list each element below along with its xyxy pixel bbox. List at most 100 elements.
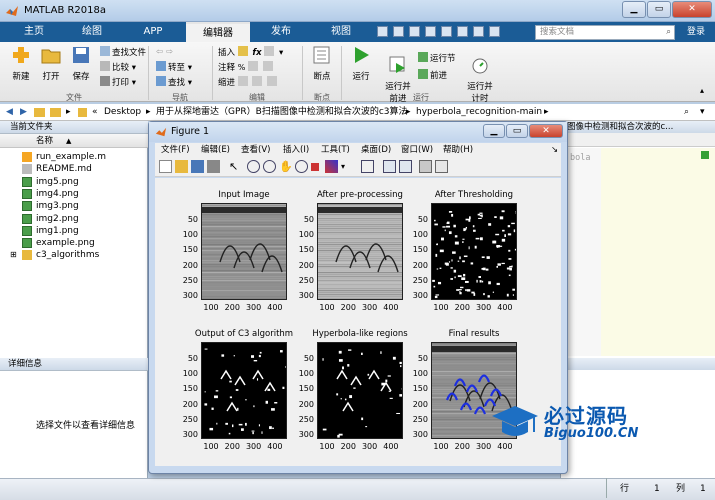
- new-button[interactable]: 新建: [4, 44, 38, 82]
- save-button[interactable]: 保存: [64, 44, 98, 82]
- up-folder-icon[interactable]: [34, 108, 45, 117]
- save-icon[interactable]: [377, 26, 388, 37]
- figure-minimize-button[interactable]: ▁: [483, 124, 505, 138]
- subplot-image[interactable]: [317, 203, 403, 300]
- paste-icon[interactable]: [425, 26, 436, 37]
- menu-desktop[interactable]: 桌面(D): [361, 143, 391, 157]
- file-list-item[interactable]: README.md: [0, 163, 148, 175]
- print-button[interactable]: 打印 ▾: [100, 76, 136, 89]
- editor-pane[interactable]: 图像中检测和拟合次波的c... bola: [560, 121, 715, 358]
- insert-button[interactable]: 插入 fx ▾: [218, 46, 283, 59]
- colorbar-icon[interactable]: [383, 160, 396, 173]
- brush-dropdown-icon[interactable]: ▾: [341, 160, 354, 173]
- tab-plots[interactable]: 绘图: [64, 22, 120, 42]
- maximize-button[interactable]: ▭: [647, 1, 671, 18]
- undo-icon[interactable]: [441, 26, 452, 37]
- copy-icon[interactable]: [409, 26, 420, 37]
- browse-folder-icon[interactable]: [50, 108, 61, 117]
- breakpoints-button[interactable]: 断点: [305, 44, 339, 82]
- login-button[interactable]: 登录: [679, 24, 713, 40]
- file-list-item[interactable]: example.png: [0, 237, 148, 249]
- hide-tools-icon[interactable]: [419, 160, 432, 173]
- data-cursor-icon[interactable]: [311, 163, 319, 171]
- tab-editor[interactable]: 编辑器: [186, 22, 250, 42]
- brush-icon[interactable]: [325, 160, 338, 173]
- search-icon[interactable]: ⌕: [666, 26, 671, 39]
- menu-view[interactable]: 查看(V): [241, 143, 270, 157]
- subplot-image[interactable]: [317, 342, 403, 439]
- back-icon[interactable]: ◀: [6, 104, 13, 120]
- back-forward-buttons[interactable]: ⇦ ⇨: [156, 46, 173, 59]
- file-list-item[interactable]: img1.png: [0, 225, 148, 237]
- search-input[interactable]: 搜索文档 ⌕: [535, 25, 675, 40]
- file-list-item[interactable]: img4.png: [0, 188, 148, 200]
- legend-icon[interactable]: [399, 160, 412, 173]
- fx-icon[interactable]: fx: [252, 48, 261, 58]
- menu-insert[interactable]: 插入(I): [283, 143, 309, 157]
- file-list-item[interactable]: img5.png: [0, 176, 148, 188]
- rotate-icon[interactable]: [295, 160, 308, 173]
- pointer-icon[interactable]: ↖: [229, 160, 242, 173]
- redo-icon[interactable]: [457, 26, 468, 37]
- sort-arrow-icon: ▲: [66, 137, 72, 145]
- comment-button[interactable]: 注释 %: [218, 61, 275, 74]
- indent-button[interactable]: 缩进: [218, 76, 279, 89]
- help-icon[interactable]: [489, 26, 500, 37]
- subplot-image[interactable]: [201, 203, 287, 300]
- find-files-button[interactable]: 查找文件: [100, 46, 146, 59]
- new-figure-icon[interactable]: [159, 160, 172, 173]
- open-file-icon[interactable]: [175, 160, 188, 173]
- compare-button[interactable]: 比较 ▾: [100, 61, 136, 74]
- subplot-image[interactable]: [431, 203, 517, 300]
- run-section-button[interactable]: 运行节: [418, 52, 456, 65]
- x-tick-label: 300: [361, 303, 378, 312]
- expand-icon[interactable]: ⊞: [10, 249, 17, 261]
- file-list-item[interactable]: run_example.m: [0, 151, 148, 163]
- save-figure-icon[interactable]: [191, 160, 204, 173]
- figure-close-button[interactable]: ✕: [529, 124, 563, 138]
- print-figure-icon[interactable]: [207, 160, 220, 173]
- menu-window[interactable]: 窗口(W): [401, 143, 433, 157]
- editor-tab[interactable]: 图像中检测和拟合次波的c...: [561, 121, 715, 133]
- close-button[interactable]: ✕: [672, 1, 712, 18]
- address-dropdown-icon[interactable]: ▾: [700, 104, 705, 120]
- menu-tools[interactable]: 工具(T): [321, 143, 350, 157]
- zoom-in-icon[interactable]: [247, 160, 260, 173]
- zoom-out-icon[interactable]: [263, 160, 276, 173]
- file-list-item[interactable]: img3.png: [0, 200, 148, 212]
- figure-title-bar[interactable]: Figure 1 ▁ ▭ ✕: [149, 122, 567, 142]
- address-bar[interactable]: ◀ ▶ ▸ « Desktop ▸ 用于从探地雷达（GPR）B扫描图像中检测和拟…: [0, 104, 715, 121]
- switch-windows-icon[interactable]: [473, 26, 484, 37]
- minimize-button[interactable]: ▁: [622, 1, 646, 18]
- menu-edit[interactable]: 编辑(E): [201, 143, 230, 157]
- file-list-item[interactable]: ⊞ c3_algorithms: [0, 249, 148, 261]
- breadcrumb-desktop[interactable]: Desktop: [104, 104, 141, 120]
- menu-dock-icon[interactable]: ↘: [551, 143, 558, 157]
- menu-file[interactable]: 文件(F): [161, 143, 190, 157]
- figure-maximize-button[interactable]: ▭: [506, 124, 528, 138]
- breadcrumb-subfolder[interactable]: hyperbola_recognition-main: [416, 104, 542, 120]
- path-dropdown-icon[interactable]: ▸: [544, 104, 549, 120]
- breadcrumb-folder[interactable]: 用于从探地雷达（GPR）B扫描图像中检测和拟合次波的c3算法: [156, 104, 408, 120]
- open-button[interactable]: 打开: [34, 44, 68, 82]
- code-area[interactable]: [601, 148, 715, 356]
- tab-view[interactable]: 视图: [312, 22, 370, 42]
- goto-button[interactable]: 转至 ▾: [156, 61, 192, 74]
- advance-button[interactable]: 前进: [418, 69, 447, 82]
- find-button[interactable]: 查找 ▾: [156, 76, 192, 89]
- show-tools-icon[interactable]: [435, 160, 448, 173]
- pan-icon[interactable]: ✋: [279, 160, 293, 173]
- link-plot-icon[interactable]: [361, 160, 374, 173]
- collapse-ribbon-icon[interactable]: ▴: [700, 86, 704, 95]
- run-button[interactable]: 运行: [344, 44, 378, 82]
- file-list-item[interactable]: img2.png: [0, 213, 148, 225]
- subplot-image[interactable]: [201, 342, 287, 439]
- forward-icon[interactable]: ▶: [20, 104, 27, 120]
- column-header[interactable]: 名称 ▲: [0, 134, 148, 148]
- menu-help[interactable]: 帮助(H): [443, 143, 473, 157]
- tab-apps[interactable]: APP: [124, 22, 182, 42]
- tab-publish[interactable]: 发布: [254, 22, 308, 42]
- search-folder-icon[interactable]: ⌕: [684, 104, 689, 120]
- cut-icon[interactable]: [393, 26, 404, 37]
- tab-home[interactable]: 主页: [8, 22, 60, 42]
